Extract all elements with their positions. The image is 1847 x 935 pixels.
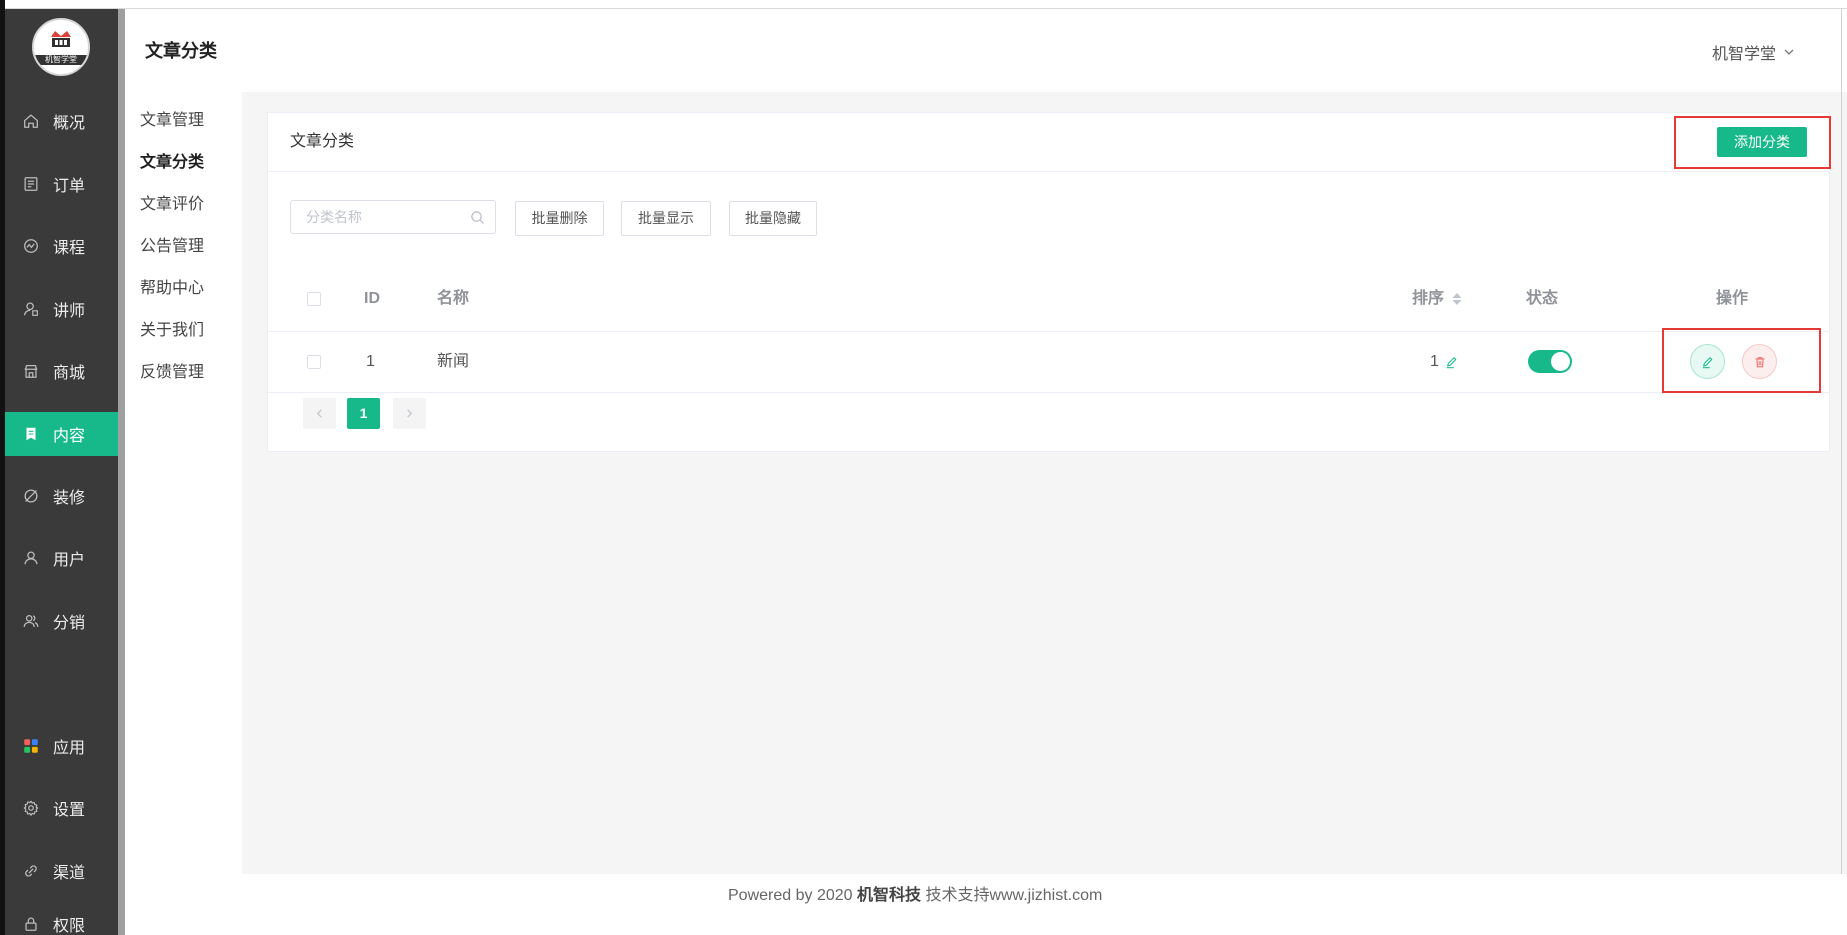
table-header: ID 名称 排序 状态 操作 xyxy=(268,266,1829,331)
column-header-status: 状态 xyxy=(1526,290,1559,307)
nav-item-overview[interactable]: 概况 xyxy=(5,99,118,143)
delete-icon xyxy=(1755,357,1765,368)
batch-hide-button[interactable]: 批量隐藏 xyxy=(729,201,817,236)
chevron-right-icon xyxy=(407,409,413,418)
card-title: 文章分类 xyxy=(290,133,355,150)
footer-suffix: 技术支持www.jizhist.com xyxy=(921,887,1103,904)
subnav-item-articles[interactable]: 文章管理 xyxy=(140,103,204,139)
channel-icon xyxy=(22,862,40,880)
nav-item-settings[interactable]: 设置 xyxy=(5,786,118,830)
nav-label: 讲师 xyxy=(53,303,86,320)
row-checkbox[interactable] xyxy=(307,355,321,369)
nav-label: 订单 xyxy=(53,178,86,195)
nav-label: 渠道 xyxy=(53,865,86,882)
page-button-current[interactable]: 1 xyxy=(347,398,380,429)
subnav-item-categories[interactable]: 文章分类 xyxy=(140,145,204,181)
settings-icon xyxy=(22,799,40,817)
nav-label: 装修 xyxy=(53,490,86,507)
edit-sort-icon[interactable] xyxy=(1445,355,1459,369)
category-search xyxy=(290,200,496,234)
edit-icon xyxy=(1702,357,1713,369)
nav-item-permissions[interactable]: 权限 xyxy=(5,912,118,935)
course-icon xyxy=(22,237,40,255)
subnav-item-help[interactable]: 帮助中心 xyxy=(140,271,204,307)
nav-label: 应用 xyxy=(53,740,86,757)
home-icon xyxy=(22,112,40,130)
column-header-actions: 操作 xyxy=(1716,290,1749,307)
nav-label: 概况 xyxy=(53,115,86,132)
top-header: 文章分类 机智学堂 xyxy=(125,9,1847,92)
search-input[interactable] xyxy=(291,201,495,233)
nav-item-orders[interactable]: 订单 xyxy=(5,162,118,206)
content-subnav: 文章管理 文章分类 文章评价 公告管理 帮助中心 关于我们 反馈管理 xyxy=(125,92,242,935)
footer-text: Powered by 2020 机智科技 技术支持www.jizhist.com xyxy=(728,885,1102,907)
subnav-item-reviews[interactable]: 文章评价 xyxy=(140,187,204,223)
main-sidebar: 机智学堂 概况 订单 课程 讲师 商城 内容 装修 用户 分销 应用 设置 渠道… xyxy=(5,9,118,935)
subnav-item-feedback[interactable]: 反馈管理 xyxy=(140,355,204,391)
row-id: 1 xyxy=(366,353,375,370)
toggle-knob xyxy=(1551,352,1570,371)
distribution-icon xyxy=(22,612,40,630)
nav-label: 课程 xyxy=(53,240,86,257)
window-top-bar xyxy=(5,0,1847,9)
nav-item-decorate[interactable]: 装修 xyxy=(5,474,118,518)
subnav-item-about[interactable]: 关于我们 xyxy=(140,313,204,349)
brand-logo[interactable]: 机智学堂 xyxy=(32,18,90,76)
nav-item-teachers[interactable]: 讲师 xyxy=(5,287,118,331)
decorate-icon xyxy=(22,487,40,505)
lock-icon xyxy=(22,915,40,933)
nav-item-channels[interactable]: 渠道 xyxy=(5,849,118,893)
select-all-checkbox[interactable] xyxy=(307,292,321,306)
nav-label: 用户 xyxy=(53,552,86,569)
column-header-sort[interactable]: 排序 xyxy=(1412,266,1444,331)
batch-delete-button[interactable]: 批量删除 xyxy=(515,201,604,236)
card-header: 文章分类 添加分类 xyxy=(268,113,1829,172)
user-icon xyxy=(22,549,40,567)
content-icon xyxy=(22,425,40,443)
nav-label: 设置 xyxy=(53,802,86,819)
chevron-left-icon xyxy=(316,409,322,418)
nav-item-courses[interactable]: 课程 xyxy=(5,224,118,268)
category-card: 文章分类 添加分类 批量删除 批量显示 批量隐藏 ID 名称 排序 状态 操作 … xyxy=(267,112,1831,452)
nav-item-users[interactable]: 用户 xyxy=(5,536,118,580)
next-page-button[interactable] xyxy=(393,398,426,429)
edit-button[interactable] xyxy=(1690,344,1725,379)
row-sort-value: 1 xyxy=(1430,353,1439,370)
sidebar-scrollbar[interactable] xyxy=(118,9,125,935)
column-header-id: ID xyxy=(364,290,380,307)
batch-show-button[interactable]: 批量显示 xyxy=(621,201,711,236)
page-scrollbar[interactable] xyxy=(1841,9,1842,935)
search-icon[interactable] xyxy=(470,210,485,225)
user-menu[interactable]: 机智学堂 xyxy=(1712,9,1795,95)
row-name: 新闻 xyxy=(437,353,470,370)
nav-item-apps[interactable]: 应用 xyxy=(5,724,118,768)
page-title: 文章分类 xyxy=(145,41,217,61)
nav-label: 分销 xyxy=(53,615,86,632)
logo-emblem-icon xyxy=(51,31,71,47)
nav-label: 内容 xyxy=(53,428,86,445)
shop-icon xyxy=(22,362,40,380)
apps-icon xyxy=(22,737,40,755)
status-toggle[interactable] xyxy=(1528,350,1572,373)
nav-item-shop[interactable]: 商城 xyxy=(5,349,118,393)
add-category-button[interactable]: 添加分类 xyxy=(1717,127,1807,157)
nav-label: 权限 xyxy=(53,917,86,935)
footer-prefix: Powered by 2020 xyxy=(728,887,857,904)
teacher-icon xyxy=(22,300,40,318)
page-footer: Powered by 2020 机智科技 技术支持www.jizhist.com xyxy=(242,874,1847,935)
nav-item-distribution[interactable]: 分销 xyxy=(5,599,118,643)
chevron-down-icon xyxy=(1783,46,1795,58)
table-row: 1 新闻 1 xyxy=(268,331,1829,393)
subnav-item-announcements[interactable]: 公告管理 xyxy=(140,229,204,265)
prev-page-button[interactable] xyxy=(303,398,336,429)
sort-icon[interactable] xyxy=(1451,292,1463,306)
nav-item-content[interactable]: 内容 xyxy=(5,412,118,456)
delete-button[interactable] xyxy=(1742,344,1777,379)
user-name: 机智学堂 xyxy=(1712,46,1777,63)
order-icon xyxy=(22,175,40,193)
logo-text: 机智学堂 xyxy=(34,55,88,65)
nav-label: 商城 xyxy=(53,365,86,382)
footer-brand: 机智科技 xyxy=(856,887,921,904)
column-header-name: 名称 xyxy=(437,290,470,307)
